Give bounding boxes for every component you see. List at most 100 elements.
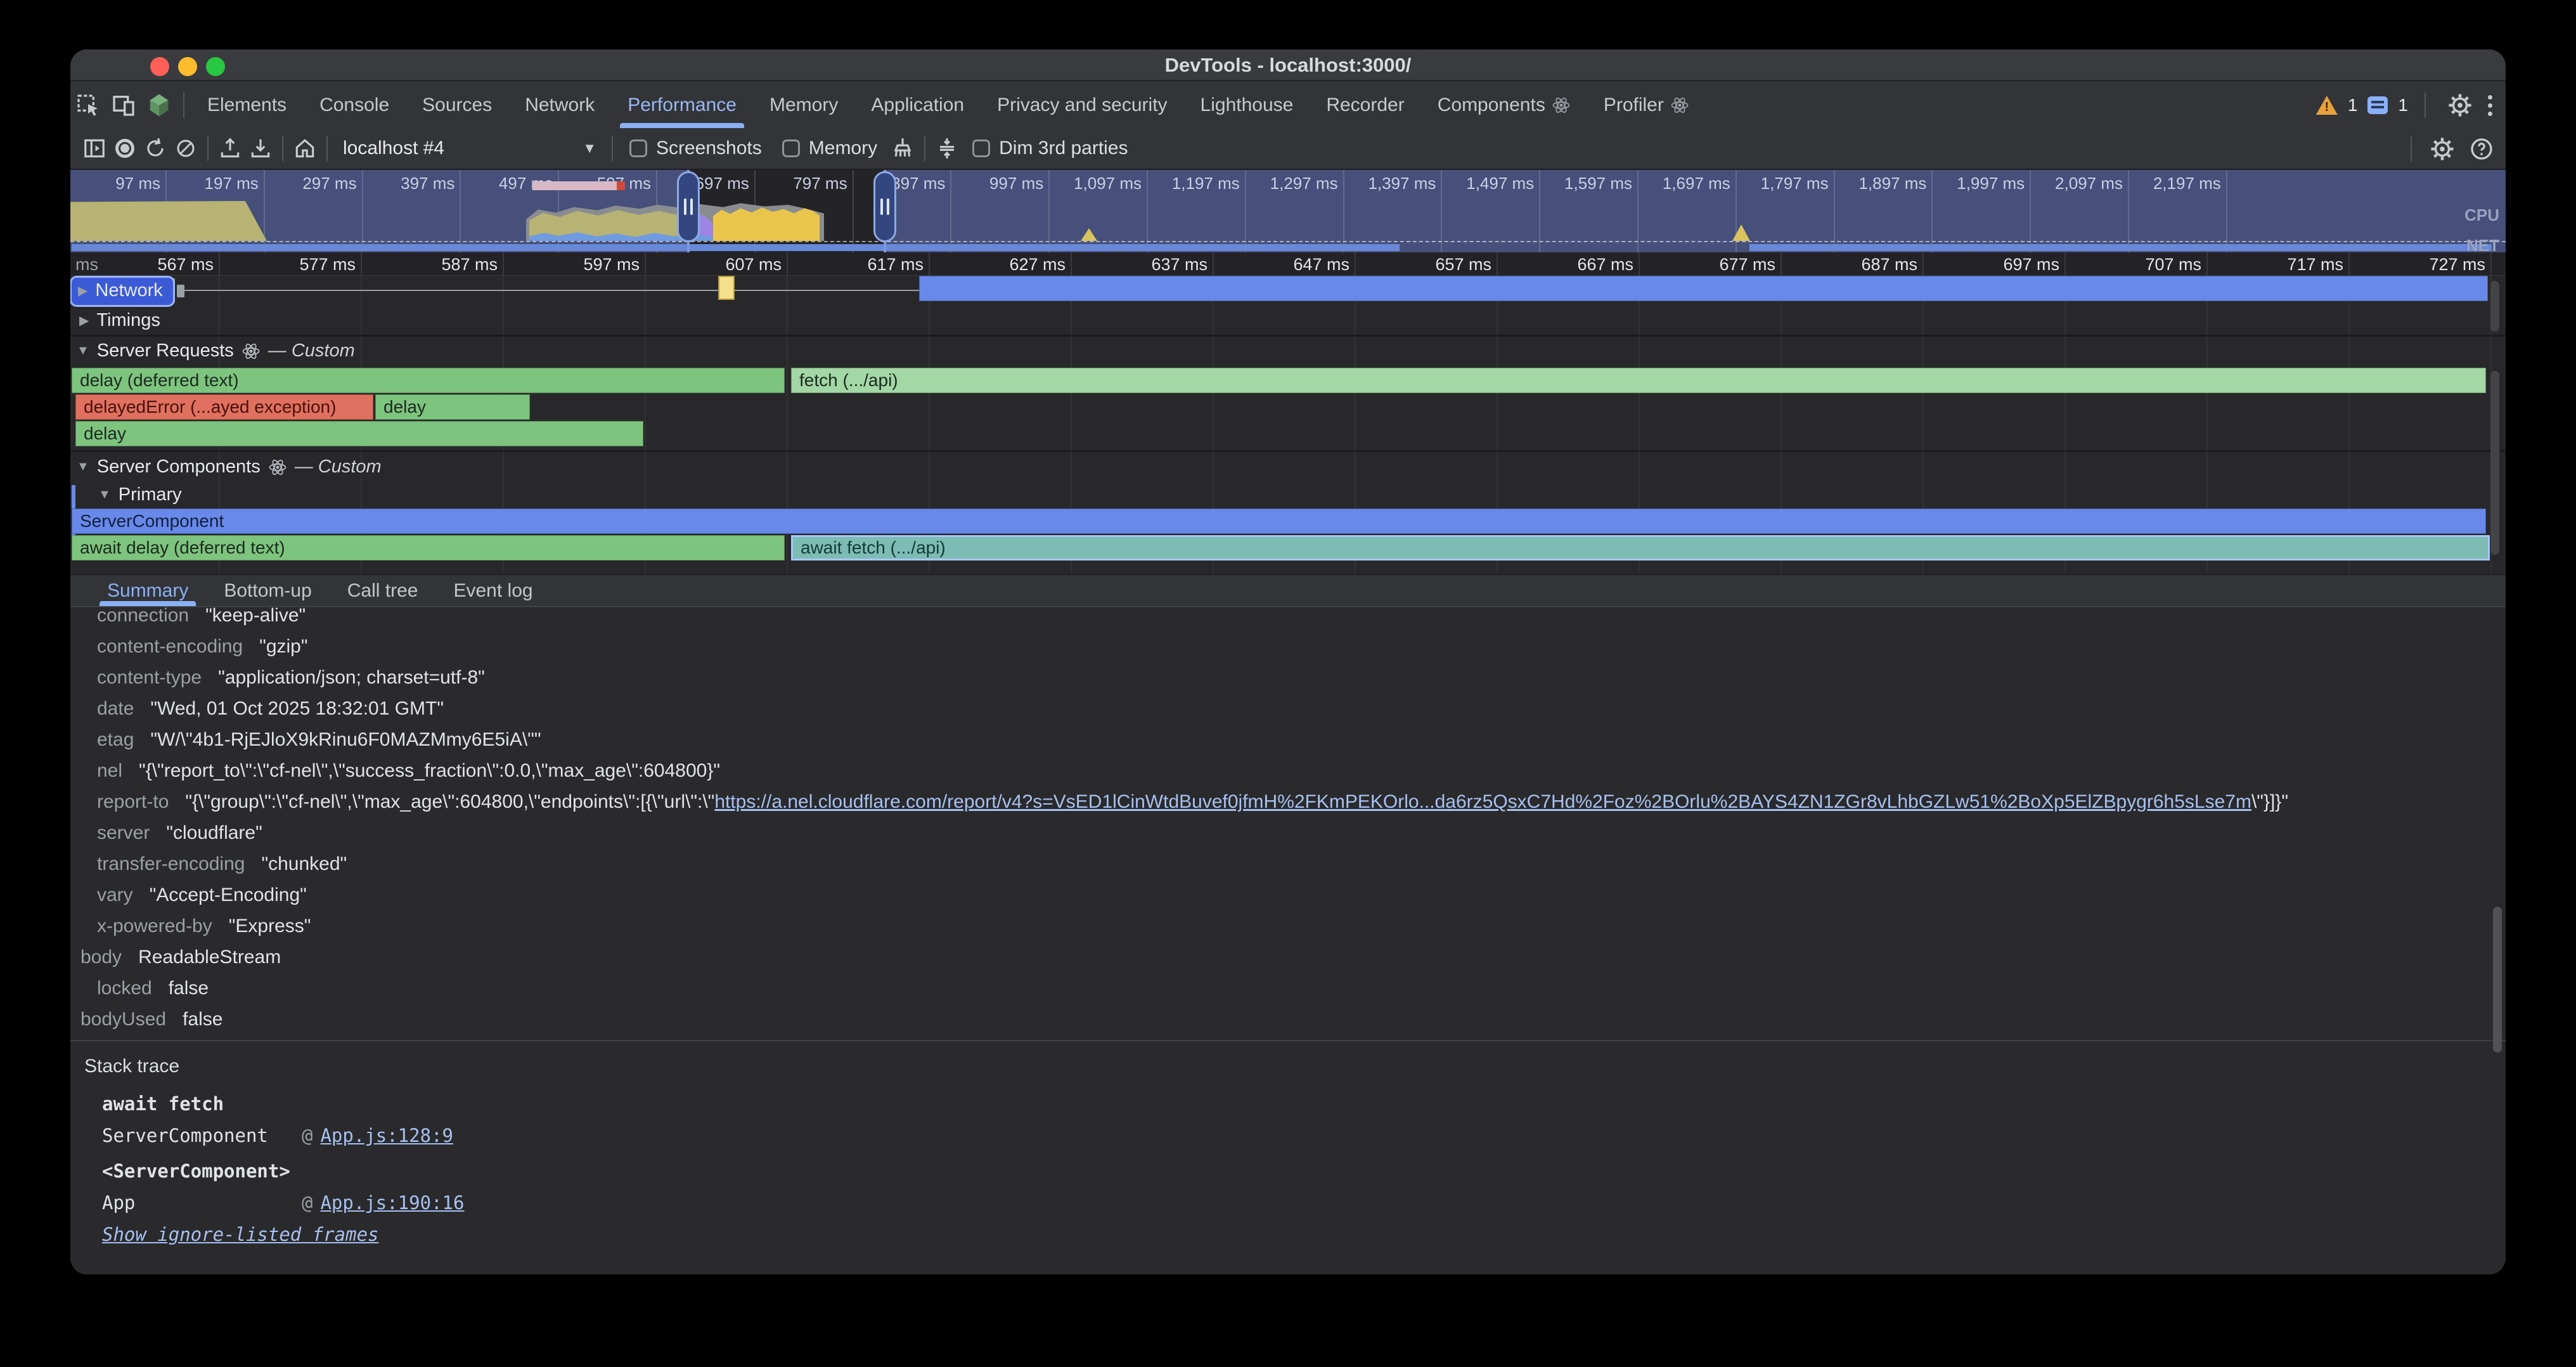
record-button[interactable]: [110, 133, 140, 164]
flame-chart[interactable]: ▶Network ▶Timings ▼Server Requests — Cus…: [70, 276, 2506, 574]
screenshots-checkbox[interactable]: Screenshots: [629, 138, 762, 159]
stack-frame-source-link[interactable]: App.js:128:9: [320, 1125, 453, 1146]
property-value: "cloudflare": [166, 822, 262, 843]
details-tab-summary[interactable]: Summary: [89, 575, 206, 606]
track-timings[interactable]: ▶Timings: [70, 306, 2506, 335]
tab-lighthouse[interactable]: Lighthouse: [1184, 82, 1310, 128]
property-key: x-powered-by: [97, 916, 212, 936]
tab-elements[interactable]: Elements: [191, 82, 303, 128]
show-ignore-listed-frames-link[interactable]: Show ignore-listed frames: [102, 1219, 464, 1250]
property-row-content-encoding: content-encoding"gzip": [70, 631, 2506, 662]
home-icon[interactable]: [290, 133, 320, 164]
tab-recorder[interactable]: Recorder: [1310, 82, 1420, 128]
track-server-components[interactable]: ▼Server Components — Custom: [70, 453, 2506, 481]
ruler-tick-label: 567 ms: [80, 255, 214, 275]
flame-bar-delay[interactable]: delay: [75, 421, 643, 446]
report-to-url-link[interactable]: https://a.nel.cloudflare.com/report/v4?s…: [714, 791, 2251, 812]
issues-icon[interactable]: [2367, 96, 2388, 114]
property-key: nel: [97, 760, 122, 781]
selection-handle-left[interactable]: [677, 171, 700, 242]
ruler-gridline: [1213, 252, 1214, 276]
flamechart-scrollbar-thumb[interactable]: [2490, 371, 2499, 555]
flame-bar-await-fetch-api[interactable]: await fetch (.../api): [791, 535, 2490, 560]
stack-trace-title: Stack trace: [84, 1049, 464, 1084]
property-key: locked: [97, 978, 152, 999]
collect-garbage-icon[interactable]: [887, 133, 918, 164]
download-profile-icon[interactable]: [245, 133, 276, 164]
property-key: connection: [97, 607, 189, 626]
selection-handle-right[interactable]: [873, 171, 896, 242]
divider: [924, 136, 925, 161]
ruler-tick-label: 637 ms: [1074, 255, 1208, 275]
property-value: "{\"report_to\":\"cf-nel\",\"success_fra…: [139, 760, 720, 781]
inspect-element-icon[interactable]: [70, 87, 106, 123]
stack-frame-source-link[interactable]: App.js:190:16: [320, 1192, 464, 1214]
property-key: content-type: [97, 667, 202, 688]
flame-bar-delayederror-ayed-exception[interactable]: delayedError (...ayed exception): [75, 394, 373, 420]
tab-profiler[interactable]: Profiler: [1587, 82, 1706, 128]
property-value: "Accept-Encoding": [150, 884, 307, 905]
tab-network[interactable]: Network: [508, 82, 611, 128]
track-primary[interactable]: ▼Primary: [70, 482, 2506, 507]
tab-performance[interactable]: Performance: [611, 82, 753, 128]
memory-checkbox[interactable]: Memory: [782, 138, 877, 159]
property-value: "Wed, 01 Oct 2025 18:32:01 GMT": [150, 698, 444, 719]
extension-icon[interactable]: [141, 87, 177, 123]
property-key: body: [80, 947, 122, 968]
tab-sources[interactable]: Sources: [406, 82, 508, 128]
details-tab-bottom-up[interactable]: Bottom-up: [206, 575, 329, 606]
flame-bar-delay[interactable]: delay: [375, 394, 530, 420]
warning-icon[interactable]: !: [2316, 96, 2338, 115]
profile-select[interactable]: localhost #4▼: [343, 138, 596, 159]
details-tab-call-tree[interactable]: Call tree: [330, 575, 436, 606]
property-row-server: server"cloudflare": [70, 817, 2506, 848]
divider: [2411, 136, 2412, 162]
flame-bar-servercomponent[interactable]: ServerComponent: [72, 509, 2486, 534]
tab-console[interactable]: Console: [303, 82, 406, 128]
settings-gear-icon[interactable]: [2442, 87, 2478, 123]
track-network[interactable]: ▶Network: [70, 276, 2506, 305]
track-resize-grip[interactable]: [177, 285, 184, 297]
network-track-label[interactable]: ▶Network: [72, 278, 173, 305]
property-value: "Express": [229, 916, 311, 936]
stack-frame-function: App: [102, 1187, 302, 1219]
toggle-sidebar-icon[interactable]: [79, 133, 110, 164]
summary-scrollbar-thumb[interactable]: [2493, 907, 2502, 1053]
flame-bar-await-delay-deferred-text[interactable]: await delay (deferred text): [72, 535, 785, 560]
capture-settings-gear-icon[interactable]: [2427, 134, 2457, 164]
devtools-window: DevTools - localhost:3000/ ElementsConso…: [70, 49, 2506, 1274]
flame-bar[interactable]: [919, 276, 2488, 301]
ruler-gridline: [1497, 252, 1498, 276]
dim-3rd-parties-checkbox[interactable]: Dim 3rd parties: [972, 138, 1128, 159]
details-tab-event-log[interactable]: Event log: [435, 575, 550, 606]
ruler-tick-label: 687 ms: [1784, 255, 1917, 275]
device-toolbar-icon[interactable]: [106, 87, 141, 123]
property-value: false: [169, 978, 209, 999]
react-atom-icon: [268, 458, 287, 477]
clear-button[interactable]: [171, 133, 201, 164]
track-server-requests[interactable]: ▼Server Requests — Custom: [70, 337, 2506, 365]
flame-bar-delay-deferred-text[interactable]: delay (deferred text): [72, 368, 785, 393]
net-label: NET: [2466, 236, 2499, 252]
issues-count[interactable]: 1: [2398, 95, 2408, 115]
flame-bar-fetch-api[interactable]: fetch (.../api): [791, 368, 2486, 393]
long-task-bar: [532, 181, 617, 190]
tab-memory[interactable]: Memory: [753, 82, 854, 128]
more-options-icon[interactable]: [2488, 93, 2493, 118]
upload-profile-icon[interactable]: [215, 133, 245, 164]
collapse-sections-icon[interactable]: [932, 133, 962, 164]
flamechart-scrollbar-thumb[interactable]: [2490, 281, 2499, 332]
reload-record-button[interactable]: [140, 133, 171, 164]
tab-privacy-and-security[interactable]: Privacy and security: [981, 82, 1183, 128]
tab-components[interactable]: Components: [1421, 82, 1587, 128]
divider: [326, 136, 328, 161]
help-icon[interactable]: [2466, 134, 2497, 164]
tab-application[interactable]: Application: [854, 82, 981, 128]
timeline-overview[interactable]: 97 ms197 ms297 ms397 ms497 ms597 ms697 m…: [70, 170, 2506, 252]
property-row-etag: etag"W/\"4b1-RjEJloX9kRinu6F0MAZMmy6E5iA…: [70, 724, 2506, 755]
ruler-tick-label: 667 ms: [1500, 255, 1633, 275]
warning-count[interactable]: 1: [2348, 95, 2358, 115]
window-title: DevTools - localhost:3000/: [70, 49, 2506, 81]
flame-bar[interactable]: [718, 276, 735, 300]
ruler-gridline: [645, 252, 646, 276]
